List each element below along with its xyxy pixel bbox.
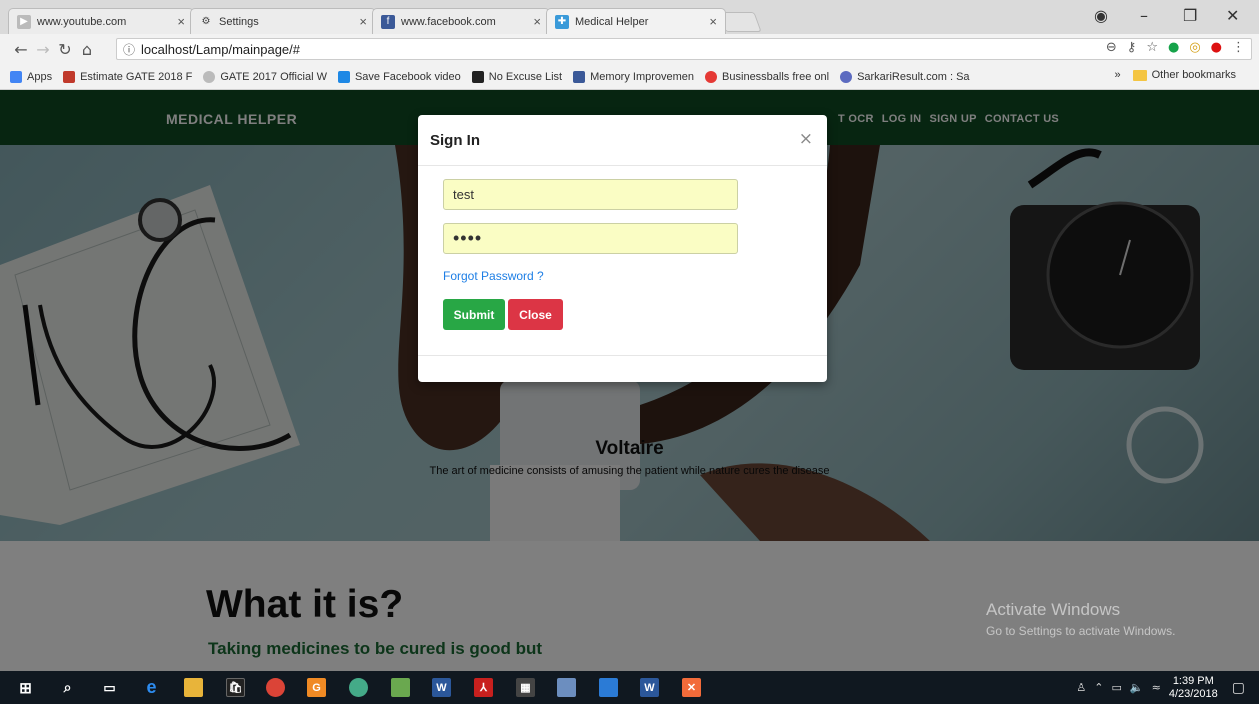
close-button[interactable]: Close xyxy=(508,299,563,330)
modal-title: Sign In xyxy=(430,132,480,149)
tab-youtube[interactable]: ▶ www.youtube.com × xyxy=(8,8,194,34)
key-icon[interactable]: ⚷ xyxy=(1127,40,1137,55)
bookmark-favicon xyxy=(840,70,853,83)
app-icon[interactable] xyxy=(349,678,368,697)
acrobat-icon[interactable]: ⅄ xyxy=(474,678,493,697)
facebook-icon: f xyxy=(381,14,395,29)
bookmarks-bar: Apps Estimate GATE 2018 F GATE 2017 Offi… xyxy=(0,64,1259,90)
bookmark-item[interactable]: Estimate GATE 2018 F xyxy=(63,70,192,83)
bookmark-apps[interactable]: Apps xyxy=(10,70,52,83)
bookmark-favicon xyxy=(471,70,484,83)
other-bookmarks[interactable]: Other bookmarks xyxy=(1132,69,1236,81)
battery-icon[interactable]: ▭ xyxy=(1112,681,1122,694)
youtube-icon: ▶ xyxy=(17,14,31,29)
bookmark-favicon xyxy=(337,70,350,83)
calculator-icon[interactable]: ▦ xyxy=(516,678,535,697)
app-icon[interactable]: G xyxy=(307,678,326,697)
profile-icon[interactable]: ◉ xyxy=(1094,6,1108,25)
zoom-icon[interactable]: ⊖ xyxy=(1106,40,1117,55)
bookmark-favicon xyxy=(573,70,586,83)
medical-favicon: ✚ xyxy=(555,14,569,29)
address-bar[interactable]: ⓘ localhost/Lamp/mainpage/# ⊖ ⚷ ☆ ● ◎ ● … xyxy=(116,38,1252,60)
task-view-icon[interactable]: ▭ xyxy=(100,678,119,697)
window-close-icon[interactable]: ✕ xyxy=(1226,6,1239,25)
app-icon[interactable] xyxy=(599,678,618,697)
clock[interactable]: 1:39 PM 4/23/2018 xyxy=(1169,675,1218,701)
bookmark-favicon xyxy=(203,70,216,83)
extension-icon[interactable]: ◎ xyxy=(1189,40,1200,55)
tab-settings[interactable]: ⚙ Settings × xyxy=(190,8,376,34)
xampp-icon[interactable]: ✕ xyxy=(682,678,701,697)
apps-grid-icon xyxy=(10,70,22,83)
bookmark-item[interactable]: Memory Improvemen xyxy=(573,70,694,83)
store-icon[interactable]: 🛍 xyxy=(226,678,245,697)
system-tray: ♙ ⌃ ▭ 🔈 ≈ 1:39 PM 4/23/2018 ▢ xyxy=(1076,671,1245,704)
notification-icon[interactable]: ▢ xyxy=(1232,680,1245,696)
people-icon[interactable]: ♙ xyxy=(1076,681,1086,694)
chevron-up-icon[interactable]: ⌃ xyxy=(1094,681,1103,694)
back-icon[interactable]: ← xyxy=(10,40,32,59)
username-field[interactable]: test xyxy=(443,179,738,210)
wifi-icon[interactable]: ≈ xyxy=(1152,681,1161,694)
tab-title: Medical Helper xyxy=(575,15,649,28)
restore-icon[interactable]: ❐ xyxy=(1183,6,1197,25)
windows-taskbar: ⊞ ⌕ ▭ e 🛍 G W ⅄ ▦ W ✕ ♙ ⌃ ▭ 🔈 ≈ 1:39 PM … xyxy=(0,671,1259,704)
app-icon[interactable] xyxy=(557,678,576,697)
bookmark-item[interactable]: GATE 2017 Official W xyxy=(203,70,327,83)
grammarly-icon[interactable]: ● xyxy=(1168,40,1179,55)
tab-title: www.youtube.com xyxy=(37,15,127,28)
volume-icon[interactable]: 🔈 xyxy=(1130,681,1144,694)
bookmarks-overflow-button[interactable]: » xyxy=(1115,69,1121,81)
forgot-password-link[interactable]: Forgot Password ? xyxy=(443,269,544,283)
tab-medical-helper[interactable]: ✚ Medical Helper × xyxy=(546,8,726,34)
password-field[interactable]: •••• xyxy=(443,223,738,254)
browser-toolbar: ← → ↻ ⌂ ⓘ localhost/Lamp/mainpage/# ⊖ ⚷ … xyxy=(0,34,1259,64)
bookmark-favicon xyxy=(63,70,76,83)
notepad-icon[interactable] xyxy=(391,678,410,697)
gear-icon: ⚙ xyxy=(201,16,211,27)
close-icon[interactable]: × xyxy=(533,14,541,29)
url-text: localhost/Lamp/mainpage/# xyxy=(141,41,301,57)
info-icon[interactable]: ⓘ xyxy=(123,41,135,58)
home-icon[interactable]: ⌂ xyxy=(76,40,98,59)
search-icon[interactable]: ⌕ xyxy=(58,678,77,697)
tab-title: www.facebook.com xyxy=(401,15,496,28)
close-icon[interactable]: × xyxy=(359,14,367,29)
tab-facebook[interactable]: f www.facebook.com × xyxy=(372,8,550,34)
bookmark-favicon xyxy=(705,70,718,83)
bookmark-item[interactable]: No Excuse List xyxy=(471,70,562,83)
opera-icon[interactable]: ● xyxy=(1211,40,1222,55)
web-page: MEDICAL HELPER T OCR LOG IN SIGN UP CONT… xyxy=(0,90,1259,671)
modal-footer xyxy=(418,355,827,356)
browser-tabstrip: ▶ www.youtube.com × ⚙ Settings × f www.f… xyxy=(0,0,1259,34)
word-icon[interactable]: W xyxy=(432,678,451,697)
bookmark-item[interactable]: Businessballs free onl xyxy=(705,70,829,83)
bookmark-item[interactable]: SarkariResult.com : Sa xyxy=(840,70,970,83)
forward-icon[interactable]: → xyxy=(32,40,54,59)
submit-button[interactable]: Submit xyxy=(443,299,505,330)
menu-icon[interactable]: ⋮ xyxy=(1232,40,1245,55)
close-icon[interactable]: × xyxy=(177,14,185,29)
activate-windows-watermark: Activate Windows Go to Settings to activ… xyxy=(986,600,1176,638)
close-icon[interactable]: × xyxy=(709,14,717,29)
close-icon[interactable]: × xyxy=(799,129,813,149)
minimize-icon[interactable]: – xyxy=(1140,6,1148,25)
edge-icon[interactable]: e xyxy=(142,677,161,697)
chrome-icon[interactable] xyxy=(266,678,285,697)
file-explorer-icon[interactable] xyxy=(184,678,203,697)
folder-icon xyxy=(1132,69,1147,81)
sign-in-modal: Sign In × test •••• Forgot Password ? Su… xyxy=(418,115,827,382)
windows-start-icon[interactable]: ⊞ xyxy=(16,678,35,697)
star-icon[interactable]: ☆ xyxy=(1146,40,1158,55)
bookmark-item[interactable]: Save Facebook video xyxy=(337,70,461,83)
reload-icon[interactable]: ↻ xyxy=(54,40,76,59)
word-icon[interactable]: W xyxy=(640,678,659,697)
tab-title: Settings xyxy=(219,15,259,28)
